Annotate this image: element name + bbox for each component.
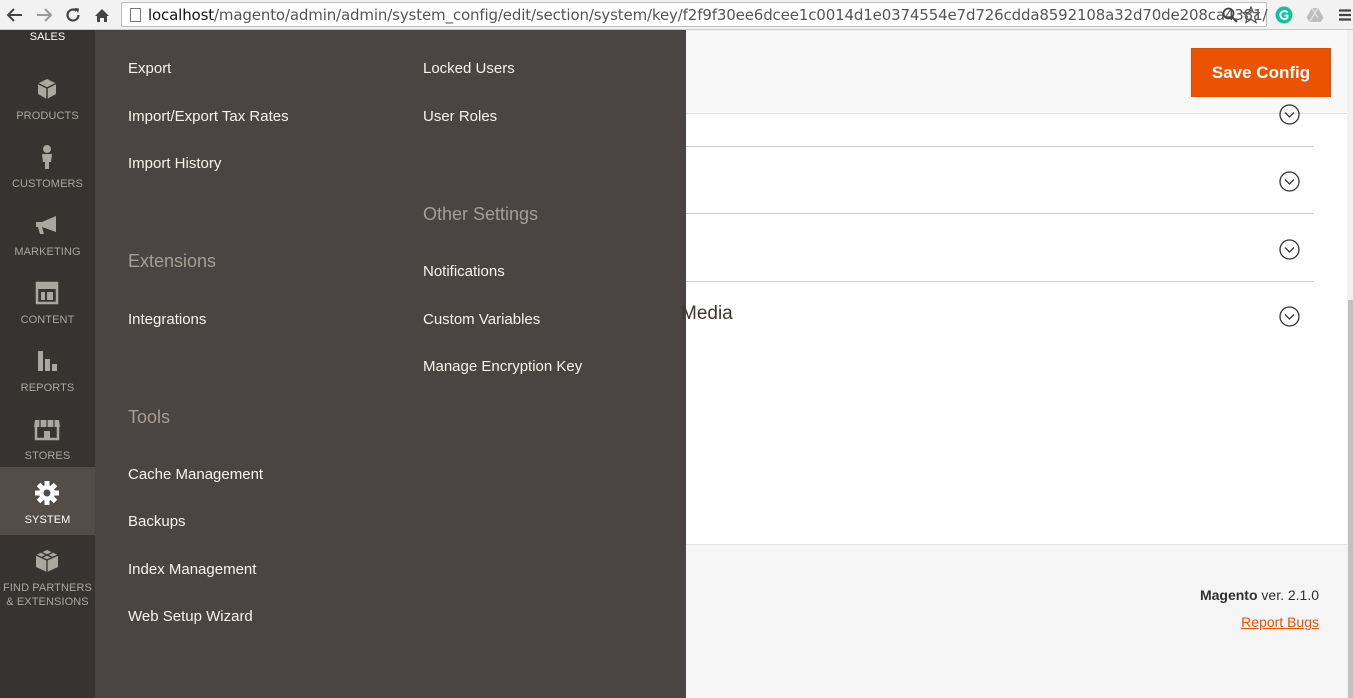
reload-icon[interactable] [62,4,84,26]
browser-toolbar: localhost/magento/admin/admin/system_con… [0,0,1353,30]
menu-item-import-export-tax-rates[interactable]: Import/Export Tax Rates [128,108,289,125]
menu-item-index-management[interactable]: Index Management [128,561,256,578]
menu-item-integrations[interactable]: Integrations [128,311,206,328]
menu-heading-tools: Tools [128,407,171,427]
grammarly-icon[interactable] [1273,4,1295,26]
chevron-down-icon[interactable] [1279,104,1300,125]
save-config-button[interactable]: Save Config [1191,48,1331,97]
menu-item-import-history[interactable]: Import History [128,155,221,172]
page-icon [130,8,141,22]
drive-icon[interactable] [1304,4,1326,26]
find-partners-label: FIND PARTNERS & EXTENSIONS [3,582,92,608]
url-text: localhost/magento/admin/admin/system_con… [148,6,1268,24]
person-icon [33,143,61,171]
home-icon[interactable] [91,4,113,26]
menu-item-locked-users[interactable]: Locked Users [423,60,515,77]
scrollbar-thumb[interactable] [1348,300,1353,698]
chevron-down-icon[interactable] [1279,239,1300,260]
config-section-row[interactable] [686,114,1314,147]
bar-chart-icon [33,347,61,375]
zoom-icon[interactable] [1219,4,1241,26]
address-bar[interactable]: localhost/magento/admin/admin/system_con… [121,2,1268,27]
sidebar-item-customers[interactable]: CUSTOMERS [0,133,95,201]
sidebar-item-marketing[interactable]: MARKETING [0,201,95,269]
forward-icon[interactable] [33,4,55,26]
chevron-down-icon[interactable] [1279,171,1300,192]
cube-icon [33,75,61,103]
back-icon[interactable] [4,4,26,26]
megaphone-icon [33,211,61,239]
sidebar-item-find-partners[interactable]: FIND PARTNERS & EXTENSIONS [0,541,95,611]
sidebar-item-content[interactable]: CONTENT [0,269,95,337]
menu-item-manage-encryption-key[interactable]: Manage Encryption Key [423,358,582,375]
report-bugs-link[interactable]: Report Bugs [1241,614,1319,630]
storefront-icon [33,415,61,443]
magento-version: Magento ver. 2.1.0 [1199,587,1319,603]
layout-icon [33,279,61,307]
menu-item-export[interactable]: Export [128,60,171,77]
menu-item-web-setup-wizard[interactable]: Web Setup Wizard [128,608,253,625]
sidebar-item-stores[interactable]: STORES [0,405,95,473]
config-section-media-title[interactable]: Media [681,303,733,325]
sidebar-item-sales[interactable]: SALES [0,30,95,44]
config-section-row[interactable] [686,214,1314,282]
menu-item-notifications[interactable]: Notifications [423,263,505,280]
page-footer: Magento ver. 2.1.0 Report Bugs [686,544,1347,698]
menu-item-custom-variables[interactable]: Custom Variables [423,311,540,328]
menu-item-user-roles[interactable]: User Roles [423,108,497,125]
bookmark-star-icon[interactable] [1240,4,1262,26]
system-flyout-menu: Export Import/Export Tax Rates Import Hi… [95,30,686,698]
sidebar-item-system[interactable]: SYSTEM [0,467,95,535]
sidebar-item-reports[interactable]: REPORTS [0,337,95,405]
gear-icon [33,479,61,507]
menu-item-backups[interactable]: Backups [128,513,186,530]
menu-heading-extensions: Extensions [128,251,217,271]
config-section-row[interactable] [686,147,1314,214]
menu-heading-other-settings: Other Settings [423,204,539,224]
blocks-icon [33,547,61,575]
admin-sidebar: SALES PRODUCTS CUSTOMERS MARKETING CONTE… [0,30,95,698]
browser-menu-icon[interactable] [1334,4,1353,26]
chevron-down-icon[interactable] [1279,306,1300,327]
sidebar-item-products[interactable]: PRODUCTS [0,65,95,133]
menu-item-cache-management[interactable]: Cache Management [128,466,263,483]
